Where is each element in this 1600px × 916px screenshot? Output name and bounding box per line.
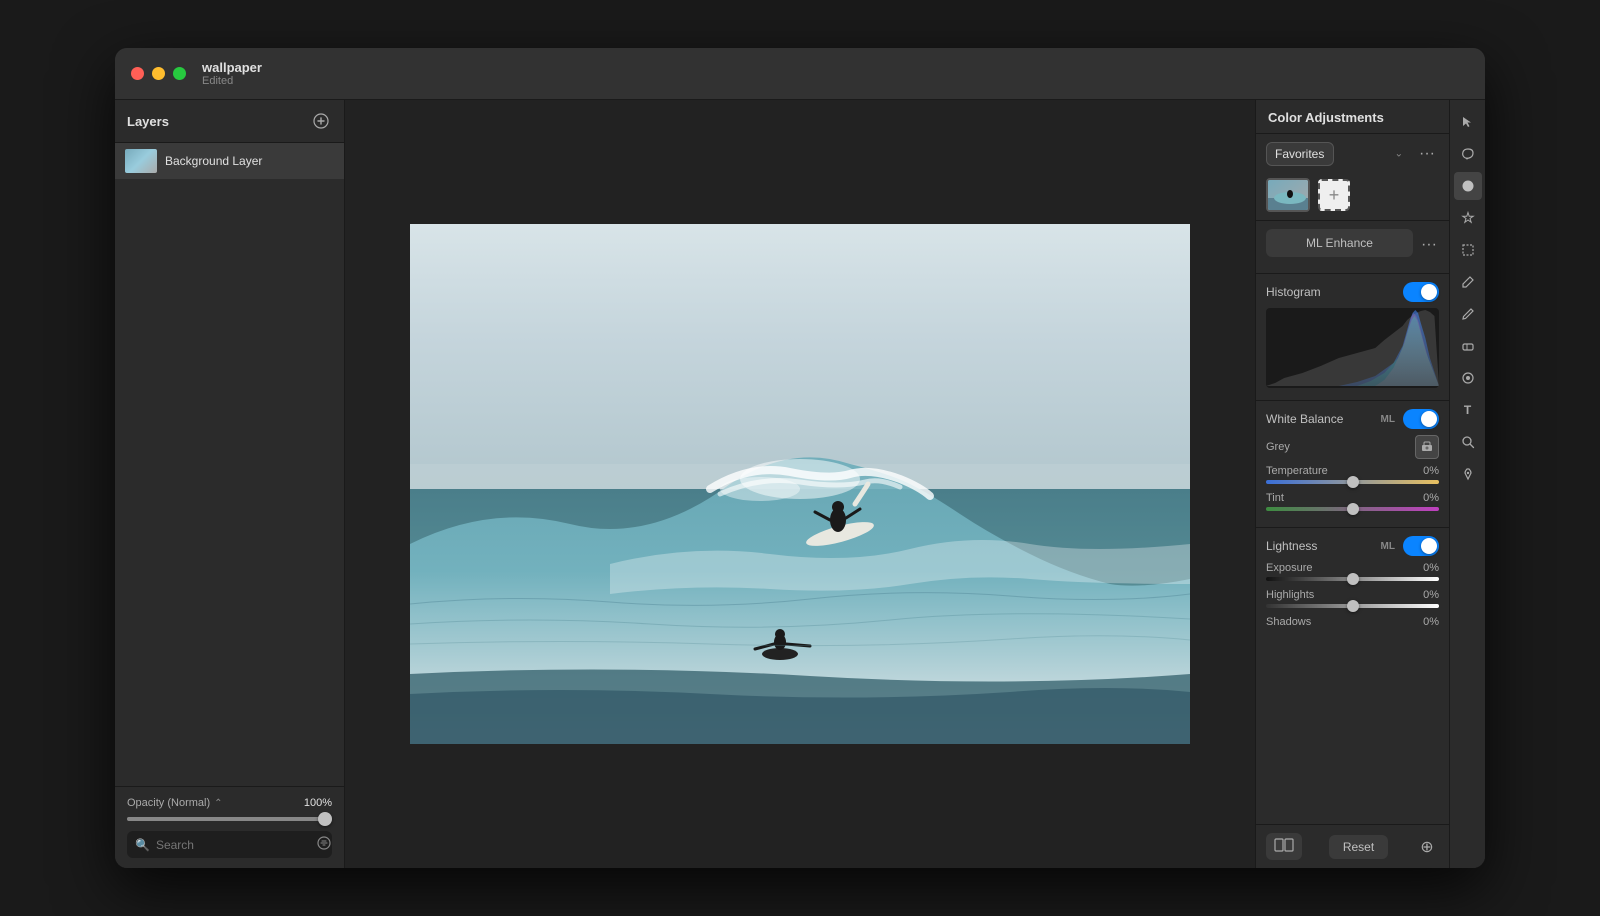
lightness-row: Lightness ML xyxy=(1266,536,1439,556)
chevron-down-icon: ⌄ xyxy=(1395,149,1403,160)
right-panel: Color Adjustments Favorites ⌄ ··· xyxy=(1255,100,1485,868)
enhance-more-button[interactable]: ··· xyxy=(1419,233,1439,257)
window-subtitle: Edited xyxy=(202,75,262,87)
temperature-label: Temperature xyxy=(1266,465,1328,477)
ml-enhance-button[interactable]: ML Enhance xyxy=(1266,229,1413,257)
compare-button[interactable] xyxy=(1266,833,1302,860)
lightness-section: Lightness ML Exposure 0% xyxy=(1256,527,1449,644)
lightness-toggle[interactable] xyxy=(1403,536,1439,556)
tint-slider-row: Tint 0% xyxy=(1266,492,1439,511)
white-balance-row: White Balance ML xyxy=(1266,409,1439,429)
canvas-area[interactable] xyxy=(345,100,1255,868)
lightness-ml-badge: ML xyxy=(1381,541,1395,552)
search-tool-button[interactable] xyxy=(1454,428,1482,456)
layer-thumbnail xyxy=(125,149,157,173)
preset-select-row: Favorites ⌄ ··· xyxy=(1256,134,1449,174)
histogram-section: Histogram xyxy=(1256,273,1449,400)
opacity-value: 100% xyxy=(304,797,332,809)
histogram-row: Histogram xyxy=(1266,282,1439,302)
layer-name: Background Layer xyxy=(165,154,262,168)
brush-tool-button[interactable] xyxy=(1454,268,1482,296)
reset-button[interactable]: Reset xyxy=(1329,835,1388,859)
white-balance-ml-badge: ML xyxy=(1381,414,1395,425)
layers-panel-header: Layers xyxy=(115,100,344,143)
preset-select[interactable]: Favorites xyxy=(1266,142,1334,166)
exposure-label: Exposure xyxy=(1266,562,1312,574)
white-balance-toggle[interactable] xyxy=(1403,409,1439,429)
circle-tool-button[interactable] xyxy=(1454,172,1482,200)
grey-row: Grey xyxy=(1266,435,1439,459)
bottom-bar: Reset ⊕ xyxy=(1256,824,1449,868)
search-input[interactable] xyxy=(156,838,311,852)
cursor-tool-button[interactable] xyxy=(1454,108,1482,136)
tint-label: Tint xyxy=(1266,492,1284,504)
paint-tool-button[interactable] xyxy=(1454,364,1482,392)
layer-background[interactable]: Background Layer xyxy=(115,143,344,179)
white-balance-label: White Balance xyxy=(1266,412,1343,426)
fullscreen-button[interactable] xyxy=(173,67,186,80)
exposure-slider[interactable] xyxy=(1266,577,1439,581)
tint-slider[interactable] xyxy=(1266,507,1439,511)
highlights-slider-row: Highlights 0% xyxy=(1266,589,1439,608)
shadows-value: 0% xyxy=(1423,616,1439,628)
temperature-slider[interactable] xyxy=(1266,480,1439,484)
title-info: wallpaper Edited xyxy=(202,60,262,88)
app-window: wallpaper Edited Layers Background xyxy=(115,48,1485,868)
search-filter-button[interactable] xyxy=(317,836,331,853)
add-preset-button[interactable]: + xyxy=(1318,179,1350,211)
preset-thumbnail-1[interactable] xyxy=(1266,178,1310,212)
tint-value: 0% xyxy=(1423,492,1439,504)
histogram-label: Histogram xyxy=(1266,285,1321,299)
bottom-more-button[interactable]: ⊕ xyxy=(1415,835,1439,859)
star-tool-button[interactable] xyxy=(1454,204,1482,232)
title-bar: wallpaper Edited xyxy=(115,48,1485,100)
highlights-value: 0% xyxy=(1423,589,1439,601)
add-layer-button[interactable] xyxy=(310,110,332,132)
close-button[interactable] xyxy=(131,67,144,80)
color-adjustments-panel: Color Adjustments Favorites ⌄ ··· xyxy=(1256,100,1449,868)
temperature-value: 0% xyxy=(1423,465,1439,477)
type-tool-button[interactable]: T xyxy=(1454,396,1482,424)
presets-more-button[interactable]: ··· xyxy=(1415,142,1439,166)
layers-title: Layers xyxy=(127,114,169,129)
compare-split-button xyxy=(1266,833,1302,860)
lightness-label: Lightness xyxy=(1266,539,1317,553)
search-bar: 🔍 xyxy=(127,831,332,858)
shadows-label-row: Shadows 0% xyxy=(1266,616,1439,628)
pencil-tool-button[interactable] xyxy=(1454,300,1482,328)
layers-bottom: Opacity (Normal) ⌃ 100% 🔍 xyxy=(115,786,344,868)
opacity-slider[interactable] xyxy=(127,817,332,821)
exposure-value: 0% xyxy=(1423,562,1439,574)
traffic-lights xyxy=(131,67,186,80)
white-balance-section: White Balance ML Grey xyxy=(1256,400,1449,527)
grey-label: Grey xyxy=(1266,441,1290,453)
highlights-label: Highlights xyxy=(1266,589,1314,601)
grey-picker-button[interactable] xyxy=(1415,435,1439,459)
opacity-label: Opacity (Normal) ⌃ xyxy=(127,797,223,809)
exposure-slider-row: Exposure 0% xyxy=(1266,562,1439,581)
minimize-button[interactable] xyxy=(152,67,165,80)
shadows-slider-row: Shadows 0% xyxy=(1266,616,1439,628)
main-content: Layers Background Layer Opacity (No xyxy=(115,100,1485,868)
preset-select-wrapper: Favorites ⌄ xyxy=(1266,142,1409,166)
shadows-label: Shadows xyxy=(1266,616,1311,628)
search-icon: 🔍 xyxy=(135,838,150,852)
ml-enhance-section: ML Enhance ··· xyxy=(1256,220,1449,273)
window-title: wallpaper xyxy=(202,60,262,76)
canvas-image xyxy=(410,224,1190,744)
left-panel: Layers Background Layer Opacity (No xyxy=(115,100,345,868)
histogram-chart xyxy=(1266,308,1439,388)
lasso-tool-button[interactable] xyxy=(1454,140,1482,168)
opacity-row: Opacity (Normal) ⌃ 100% xyxy=(127,797,332,809)
right-tools-bar: T xyxy=(1449,100,1485,868)
histogram-toggle[interactable] xyxy=(1403,282,1439,302)
preset-thumbnails: + xyxy=(1256,174,1449,220)
pen-tool-button[interactable] xyxy=(1454,460,1482,488)
enhance-row: ML Enhance ··· xyxy=(1266,229,1439,265)
temperature-slider-row: Temperature 0% xyxy=(1266,465,1439,484)
color-adjustments-title: Color Adjustments xyxy=(1256,100,1449,134)
eraser-tool-button[interactable] xyxy=(1454,332,1482,360)
marquee-tool-button[interactable] xyxy=(1454,236,1482,264)
highlights-slider[interactable] xyxy=(1266,604,1439,608)
